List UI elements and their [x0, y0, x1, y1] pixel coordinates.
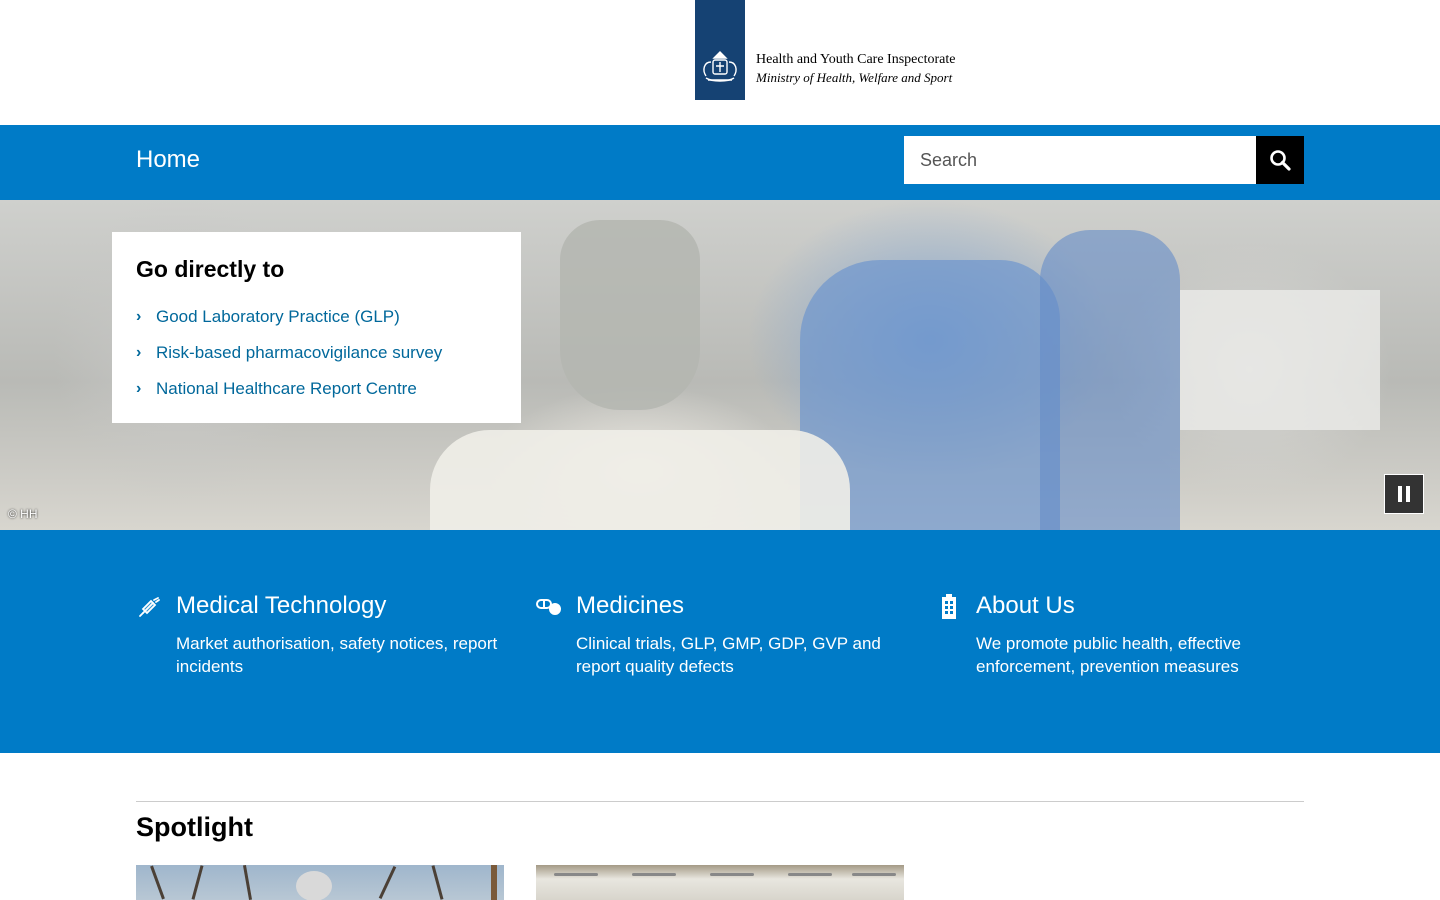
pause-button[interactable] [1384, 474, 1424, 514]
syringe-icon [136, 594, 162, 620]
hero-photo-element [1040, 230, 1180, 530]
spotlight-card-image[interactable] [136, 865, 504, 900]
hero-photo-element [1180, 290, 1380, 430]
hero-photo-element [430, 430, 850, 530]
quick-link-glp[interactable]: Good Laboratory Practice (GLP) [156, 307, 400, 327]
spotlight-title: Spotlight [136, 812, 253, 842]
list-item: › National Healthcare Report Centre [136, 371, 497, 407]
quick-links-box: Go directly to › Good Laboratory Practic… [112, 232, 521, 423]
hero-photo-element [560, 220, 700, 410]
quick-links-list: › Good Laboratory Practice (GLP) › Risk-… [136, 299, 497, 407]
topic-title-link[interactable]: Medicines [576, 592, 684, 620]
hero-banner: Go directly to › Good Laboratory Practic… [0, 200, 1440, 530]
pause-icon [1398, 486, 1410, 502]
chevron-right-icon: › [136, 344, 142, 361]
topic-description: Clinical trials, GLP, GMP, GDP, GVP and … [576, 634, 881, 676]
chevron-right-icon: › [136, 308, 142, 325]
search-icon [1270, 150, 1291, 171]
coat-of-arms-icon [703, 51, 737, 82]
nav-home-link[interactable]: Home [136, 146, 200, 174]
org-subtitle: Ministry of Health, Welfare and Sport [756, 70, 953, 85]
search-button[interactable] [1256, 136, 1304, 184]
topic-description: Market authorisation, safety notices, re… [176, 634, 498, 676]
topic-title-link[interactable]: About Us [976, 592, 1075, 620]
section-divider [136, 801, 1304, 802]
pills-icon [536, 594, 562, 620]
nav-bar: Home [0, 125, 1440, 200]
quick-link-report-centre[interactable]: National Healthcare Report Centre [156, 379, 417, 399]
photo-credit: © HH [8, 507, 38, 521]
spotlight-card-image[interactable] [536, 865, 904, 900]
topic-title-link[interactable]: Medical Technology [176, 592, 386, 620]
logo[interactable] [695, 0, 745, 100]
site-header: Health and Youth Care Inspectorate Minis… [0, 0, 1440, 125]
topic-description: We promote public health, effective enfo… [976, 634, 1241, 676]
list-item: › Risk-based pharmacovigilance survey [136, 335, 497, 371]
search-input[interactable] [904, 136, 1256, 184]
building-icon [936, 594, 962, 620]
quick-link-pharmacovigilance[interactable]: Risk-based pharmacovigilance survey [156, 343, 442, 363]
quick-links-title: Go directly to [136, 256, 285, 282]
list-item: › Good Laboratory Practice (GLP) [136, 299, 497, 335]
chevron-right-icon: › [136, 380, 142, 397]
topics-section: Medical Technology Market authorisation,… [0, 530, 1440, 753]
org-name: Health and Youth Care Inspectorate [756, 52, 956, 67]
